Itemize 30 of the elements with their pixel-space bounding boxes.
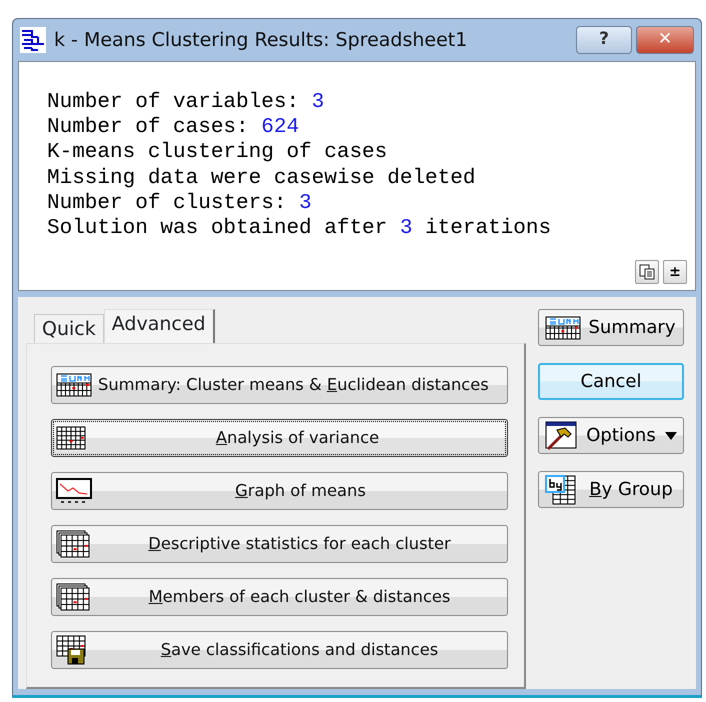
- table-icon: [56, 426, 86, 450]
- dialog-button[interactable]: Cancel: [538, 363, 684, 400]
- stacked-tables-icon: [56, 530, 90, 558]
- action-button[interactable]: Graph of means: [51, 472, 508, 510]
- report-line: Number of clusters: 3: [47, 190, 313, 216]
- copy-button[interactable]: [635, 260, 659, 284]
- tab[interactable]: Advanced: [104, 309, 215, 343]
- report-line: Solution was obtained after 3 iterations: [47, 216, 552, 242]
- report-line: Missing data were casewise deleted: [47, 166, 476, 191]
- report-line: Number of cases: 624: [47, 114, 300, 140]
- action-button[interactable]: Members of each cluster & distances: [51, 578, 508, 616]
- dialog-button[interactable]: By Group: [538, 471, 684, 508]
- action-button[interactable]: Analysis of variance: [51, 419, 508, 457]
- action-button[interactable]: Summary: Cluster means & Euclidean distances: [51, 366, 508, 404]
- hammer-icon: [545, 420, 577, 450]
- tab[interactable]: Quick: [34, 314, 104, 343]
- report-line: K-means clustering of cases: [47, 140, 388, 166]
- table-icon: [56, 373, 92, 397]
- dialog-button[interactable]: Summary: [538, 309, 684, 346]
- stacked-tables-icon: [56, 583, 90, 611]
- action-button[interactable]: Descriptive statistics for each cluster: [51, 525, 508, 563]
- tree-diagram-icon: [20, 26, 46, 53]
- report-line: Number of variables: 3: [47, 90, 326, 115]
- window-title: k - Means Clustering Results: Spreadsheet1: [54, 28, 468, 53]
- expand-button[interactable]: ±: [663, 260, 687, 284]
- dialog-button[interactable]: Options: [538, 417, 684, 454]
- help-button[interactable]: ?: [576, 26, 632, 54]
- line-chart-icon: [56, 478, 92, 504]
- table-icon: [545, 316, 581, 340]
- action-button[interactable]: Save classifications and distances: [51, 631, 508, 669]
